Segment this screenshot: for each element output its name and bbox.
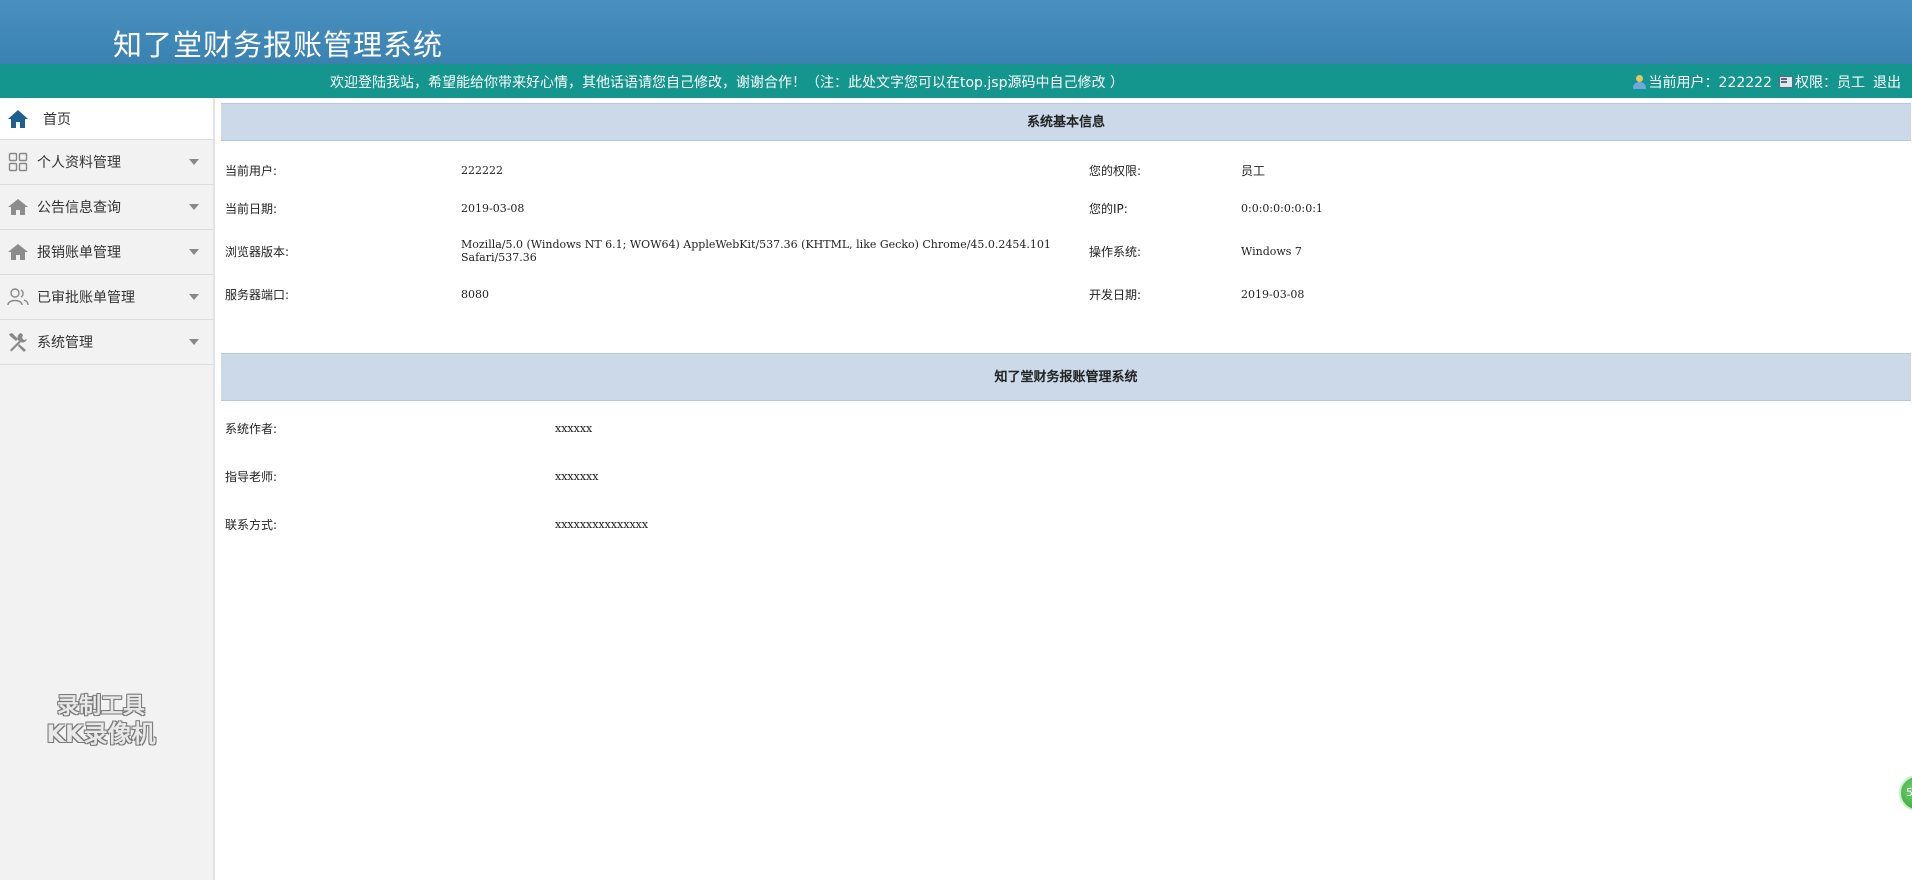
chevron-down-icon	[189, 339, 199, 345]
user-icon	[1632, 75, 1647, 89]
table-row: 服务器端口: 8080 开发日期: 2019-03-08	[221, 275, 1911, 313]
field-value: Windows 7	[1241, 244, 1302, 258]
tools-icon	[7, 331, 29, 353]
home-icon	[7, 108, 29, 130]
sidebar-item-label: 系统管理	[37, 335, 93, 351]
field-label: 系统作者:	[225, 421, 278, 436]
field-value: 222222	[461, 163, 503, 177]
field-label: 浏览器版本:	[225, 244, 290, 259]
sidebar-item-notices[interactable]: 公告信息查询	[0, 185, 213, 230]
sidebar-item-label: 个人资料管理	[37, 155, 121, 171]
field-label: 操作系统:	[1089, 244, 1142, 259]
field-label: 您的IP:	[1089, 201, 1128, 216]
watermark-line1: 录制工具	[56, 694, 145, 719]
logout-link[interactable]: 退出	[1873, 72, 1901, 92]
field-value: xxxxxxxxxxxxxxx	[555, 517, 649, 531]
field-value: xxxxxxx	[555, 469, 599, 483]
section-heading-basic: 系统基本信息	[221, 103, 1911, 141]
user-info: 当前用户：222222 权限：员工 退出	[1632, 72, 1901, 92]
field-label: 开发日期:	[1089, 287, 1142, 302]
users-icon	[7, 286, 29, 308]
field-label: 服务器端口:	[225, 287, 290, 302]
field-label: 当前用户:	[225, 163, 278, 178]
browser-version-line2: Safari/537.36	[461, 251, 537, 264]
chevron-down-icon	[189, 294, 199, 300]
sidebar-item-home[interactable]: 首页	[0, 98, 213, 140]
sidebar-item-system[interactable]: 系统管理	[0, 320, 213, 365]
field-value: 员工	[1241, 163, 1266, 178]
field-value: Mozilla/5.0 (Windows NT 6.1; WOW64) Appl…	[457, 227, 1085, 275]
table-row: 联系方式: xxxxxxxxxxxxxxx	[221, 500, 1911, 548]
chevron-down-icon	[189, 249, 199, 255]
sidebar-item-label: 已审批账单管理	[37, 290, 135, 306]
sidebar-item-expenses[interactable]: 报销账单管理	[0, 230, 213, 275]
watermark-line2: KK录像机	[46, 720, 156, 748]
field-value: 8080	[461, 287, 489, 301]
table-row: 当前用户: 222222 您的权限: 员工	[221, 151, 1911, 189]
permission-label: 权限：员工	[1795, 75, 1865, 91]
table-row: 指导老师: xxxxxxx	[221, 452, 1911, 500]
house-icon	[7, 196, 29, 218]
table-row: 系统作者: xxxxxx	[221, 404, 1911, 452]
recorder-watermark: 录制工具 KK录像机	[32, 694, 170, 748]
house-icon	[7, 241, 29, 263]
sidebar-item-approved[interactable]: 已审批账单管理	[0, 275, 213, 320]
sidebar-item-label: 报销账单管理	[37, 245, 121, 261]
current-user-label: 当前用户：222222	[1648, 75, 1772, 91]
grid-icon	[7, 151, 29, 173]
main-content: 系统基本信息 当前用户: 222222 您的权限: 员工 当前日期: 2019-…	[221, 103, 1912, 548]
sidebar: 首页 个人资料管理 公告信息查询 报销账单管理 已审批账单管理 系统管理 录制工…	[0, 98, 215, 880]
field-value: 2019-03-08	[461, 201, 525, 215]
permission-icon	[1778, 75, 1793, 89]
top-bar: 欢迎登陆我站，希望能给你带来好心情，其他话语请您自己修改，谢谢合作！（注：此处文…	[0, 64, 1912, 98]
field-value: xxxxxx	[555, 421, 593, 435]
field-label: 指导老师:	[225, 469, 278, 484]
table-row: 浏览器版本: Mozilla/5.0 (Windows NT 6.1; WOW6…	[221, 227, 1911, 275]
sidebar-item-profile[interactable]: 个人资料管理	[0, 140, 213, 185]
app-title: 知了堂财务报账管理系统	[113, 28, 444, 62]
table-row: 当前日期: 2019-03-08 您的IP: 0:0:0:0:0:0:0:1	[221, 189, 1911, 227]
field-label: 您的权限:	[1089, 163, 1142, 178]
section-heading-system: 知了堂财务报账管理系统	[221, 353, 1911, 401]
sidebar-item-label: 公告信息查询	[37, 200, 121, 216]
field-value: 0:0:0:0:0:0:0:1	[1241, 201, 1323, 215]
chevron-down-icon	[189, 159, 199, 165]
sidebar-item-label: 首页	[43, 111, 71, 128]
basic-info-table: 当前用户: 222222 您的权限: 员工 当前日期: 2019-03-08 您…	[221, 151, 1911, 313]
field-value: 2019-03-08	[1241, 287, 1305, 301]
chevron-down-icon	[189, 204, 199, 210]
field-label: 当前日期:	[225, 201, 278, 216]
welcome-message: 欢迎登陆我站，希望能给你带来好心情，其他话语请您自己修改，谢谢合作！（注：此处文…	[330, 75, 1124, 91]
field-label: 联系方式:	[225, 517, 278, 532]
browser-version-line1: Mozilla/5.0 (Windows NT 6.1; WOW64) Appl…	[461, 238, 1051, 251]
floating-action-button[interactable]: 5	[1899, 775, 1912, 811]
system-info-table: 系统作者: xxxxxx 指导老师: xxxxxxx 联系方式: xxxxxxx…	[221, 404, 1911, 548]
app-header: 知了堂财务报账管理系统	[0, 0, 1912, 64]
